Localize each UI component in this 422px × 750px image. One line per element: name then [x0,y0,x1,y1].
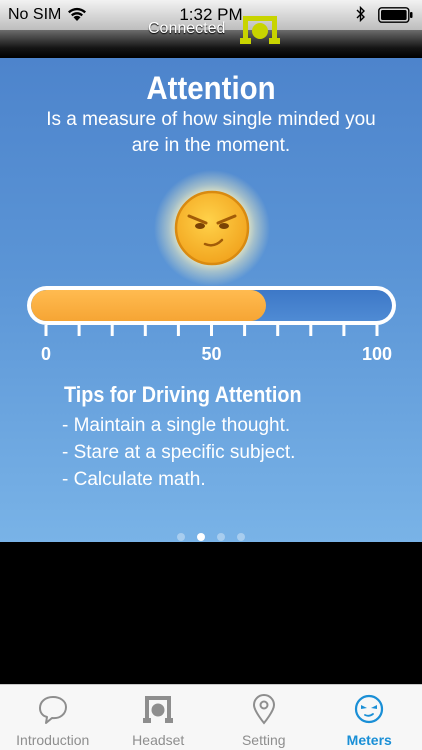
page-dot[interactable] [237,533,245,541]
meter-scale-label: 0 [41,344,51,364]
tab-headset[interactable]: Headset [106,685,212,750]
page-dot[interactable] [217,533,225,541]
meter-scale-label: 50 [201,344,221,364]
tab-bar: Introduction Headset Setting Meters [0,684,422,750]
tip-item: - Stare at a specific subject. [62,442,296,463]
page-dot[interactable] [177,533,185,541]
tab-label: Introduction [16,732,90,748]
tab-label: Meters [346,732,392,748]
tab-label: Headset [132,732,185,748]
meter-scale-label: 100 [362,344,392,364]
connection-status: Connected [148,20,226,37]
location-pin-icon [252,694,275,725]
tab-introduction[interactable]: Introduction [0,685,106,750]
connection-header: Connected [0,16,422,58]
tips-list: - Maintain a single thought. - Stare at a… [62,412,295,493]
bluetooth-icon [356,6,365,22]
meter-scale: 0 50 100 [41,325,392,364]
tab-meters[interactable]: Meters [317,685,422,750]
tip-item: - Calculate math. [62,469,206,490]
tip-item: - Maintain a single thought. [62,415,291,436]
tips-title: Tips for Driving Attention [64,382,302,407]
meters-face-icon [355,694,384,724]
headset-connected-icon[interactable] [240,14,280,44]
app-screen: No SIM 1:32 PM Connected Attention Is a … [0,0,422,750]
tab-setting[interactable]: Setting [211,685,317,750]
headset-icon [143,696,174,723]
battery-icon [378,7,413,23]
page-dot[interactable] [197,533,205,541]
attention-meter-panel[interactable]: Attention Is a measure of how single min… [0,58,422,542]
speech-bubble-head-icon [38,696,67,724]
page-indicator[interactable] [0,528,422,546]
tab-label: Setting [241,732,286,748]
